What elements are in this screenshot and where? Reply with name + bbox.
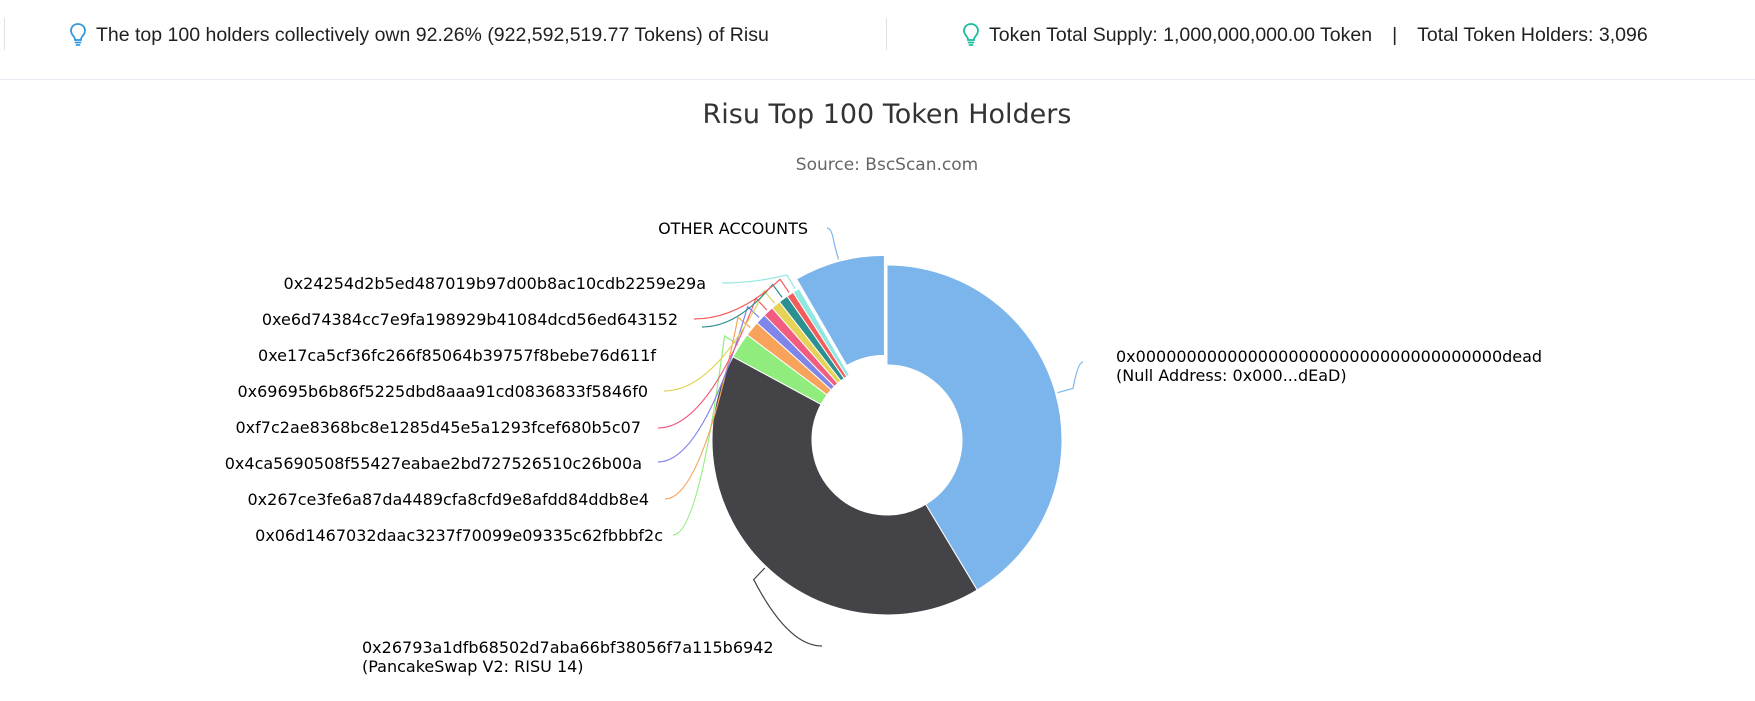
- connector-line: [826, 227, 840, 260]
- slice-label: 0x69695b6b86f5225dbd8aaa91cd0836833f5846…: [237, 382, 648, 401]
- total-holders-text: Total Token Holders: 3,096: [1417, 23, 1648, 46]
- divider: [886, 18, 887, 50]
- slice-sublabel: (Null Address: 0x000...dEaD): [1116, 366, 1347, 385]
- holders-pie-chart: Risu Top 100 Token Holders Source: BscSc…: [225, 99, 1542, 676]
- slice-label: 0x4ca5690508f55427eabae2bd727526510c26b0…: [225, 454, 642, 473]
- slice-pancakeswap[interactable]: [711, 356, 978, 616]
- separator: |: [1392, 23, 1398, 46]
- connector-line: [721, 274, 796, 290]
- summary-bar: The top 100 holders collectively own 92.…: [0, 0, 1755, 80]
- chart-subtitle: Source: BscScan.com: [796, 155, 978, 175]
- slice-label: 0x24254d2b5ed487019b97d00b8ac10cdb2259e2…: [284, 274, 706, 293]
- slice-label: OTHER ACCOUNTS: [658, 219, 808, 238]
- top-holders-summary: The top 100 holders collectively own 92.…: [68, 20, 769, 50]
- slice-label: 0xe6d74384cc7e9fa198929b41084dcd56ed6431…: [262, 310, 678, 329]
- slice-sublabel: (PancakeSwap V2: RISU 14): [362, 657, 584, 676]
- supply-summary: Token Total Supply: 1,000,000,000.00 Tok…: [961, 20, 1648, 50]
- slice-label: 0x06d1467032daac3237f70099e09335c62fbbbf…: [255, 526, 663, 545]
- divider: [4, 18, 5, 50]
- lightbulb-icon: [963, 23, 979, 46]
- slice-label: 0x26793a1dfb68502d7aba66bf38056f7a115b69…: [362, 638, 774, 657]
- slice-label: 0x267ce3fe6a87da4489cfa8cfd9e8afdd84ddb8…: [248, 490, 650, 509]
- top-holders-text: The top 100 holders collectively own 92.…: [96, 23, 769, 46]
- chart-title: Risu Top 100 Token Holders: [703, 99, 1072, 130]
- total-supply-text: Token Total Supply: 1,000,000,000.00 Tok…: [989, 23, 1373, 46]
- slice-label: 0xf7c2ae8368bc8e1285d45e5a1293fcef680b5c…: [236, 418, 642, 437]
- pie-slices: [711, 254, 1063, 616]
- connector-line: [1057, 361, 1084, 394]
- slice-label: 0x000000000000000000000000000000000000de…: [1116, 347, 1542, 366]
- lightbulb-icon: [70, 23, 86, 46]
- slice-label: 0xe17ca5cf36fc266f85064b39757f8bebe76d61…: [258, 346, 656, 365]
